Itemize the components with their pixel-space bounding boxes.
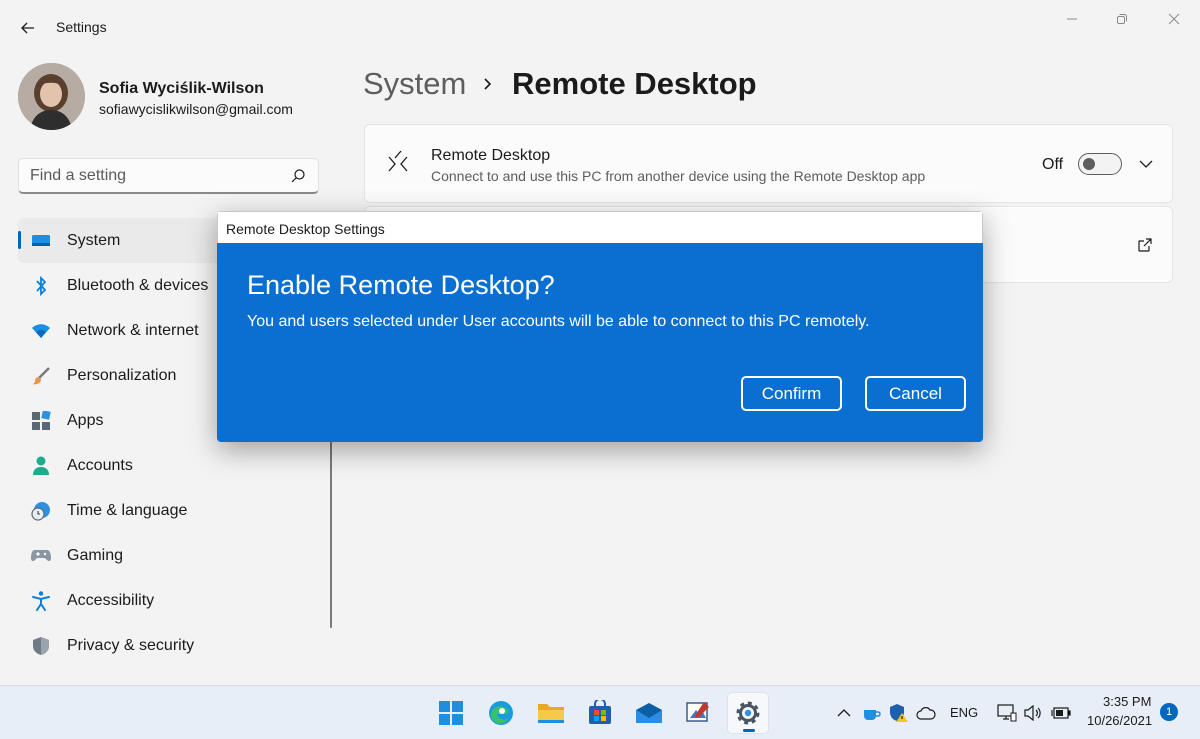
edge-icon bbox=[487, 699, 515, 727]
bluetooth-icon bbox=[30, 275, 52, 297]
app-title: Settings bbox=[56, 19, 107, 35]
notification-badge[interactable]: 1 bbox=[1160, 703, 1178, 721]
battery-charging-icon bbox=[1051, 706, 1071, 720]
search-input[interactable] bbox=[30, 167, 280, 185]
avatar[interactable] bbox=[18, 63, 85, 130]
gamepad-icon bbox=[30, 545, 52, 567]
enable-remote-desktop-dialog: Remote Desktop Settings Enable Remote De… bbox=[217, 211, 983, 442]
remote-desktop-toggle[interactable] bbox=[1078, 153, 1122, 175]
remote-desktop-icon bbox=[385, 149, 411, 177]
taskbar-store[interactable] bbox=[579, 692, 621, 734]
battery-tray-button[interactable] bbox=[1050, 702, 1072, 724]
sidebar-item-label: Apps bbox=[67, 412, 103, 430]
scrollbar[interactable] bbox=[330, 440, 332, 628]
show-hidden-icons-button[interactable] bbox=[833, 702, 855, 724]
snipping-tool-icon bbox=[685, 700, 711, 726]
sidebar-item-label: Accessibility bbox=[67, 592, 154, 610]
active-app-indicator bbox=[743, 729, 755, 732]
search-box[interactable] bbox=[18, 158, 319, 194]
file-explorer-icon bbox=[537, 701, 565, 725]
dialog-title-bar[interactable]: Remote Desktop Settings bbox=[217, 211, 983, 243]
restore-button[interactable] bbox=[1098, 6, 1146, 32]
dialog-body: Enable Remote Desktop? You and users sel… bbox=[217, 243, 983, 442]
settings-icon bbox=[735, 700, 761, 726]
back-arrow-icon bbox=[20, 20, 36, 36]
security-tray-button[interactable] bbox=[888, 702, 910, 724]
sidebar-item-label: Privacy & security bbox=[67, 637, 194, 655]
chevron-up-icon bbox=[837, 708, 851, 718]
user-photo-icon bbox=[18, 63, 85, 130]
mail-icon bbox=[635, 702, 663, 724]
wifi-icon bbox=[30, 320, 52, 342]
search-icon[interactable] bbox=[290, 168, 306, 184]
breadcrumb-parent[interactable]: System bbox=[363, 66, 466, 102]
sidebar-item-label: System bbox=[67, 232, 120, 250]
clock-time[interactable]: 3:35 PM bbox=[1103, 694, 1151, 709]
sidebar-item-privacy-security[interactable]: Privacy & security bbox=[18, 623, 318, 668]
title-bar: Settings bbox=[0, 0, 1200, 55]
profile-email: sofiawycislikwilson@gmail.com bbox=[99, 101, 293, 117]
chevron-down-icon[interactable] bbox=[1138, 156, 1154, 172]
taskbar-snipping-tool[interactable] bbox=[677, 692, 719, 734]
sidebar-item-label: Bluetooth & devices bbox=[67, 277, 208, 295]
onedrive-tray-button[interactable] bbox=[915, 702, 937, 724]
cloud-icon bbox=[916, 706, 936, 720]
volume-tray-button[interactable] bbox=[1022, 702, 1044, 724]
start-button[interactable] bbox=[430, 692, 472, 734]
remote-desktop-title: Remote Desktop bbox=[431, 147, 550, 165]
sidebar-item-accessibility[interactable]: Accessibility bbox=[18, 578, 318, 623]
volume-icon bbox=[1023, 705, 1043, 721]
remote-desktop-description: Connect to and use this PC from another … bbox=[431, 168, 925, 184]
start-icon bbox=[438, 700, 464, 726]
taskbar: ENG 3:35 PM 10/26/2021 1 bbox=[0, 685, 1200, 739]
remote-desktop-card[interactable]: Remote Desktop Connect to and use this P… bbox=[364, 124, 1173, 203]
network-icon bbox=[997, 704, 1017, 722]
back-button[interactable] bbox=[14, 14, 42, 42]
sidebar-item-label: Gaming bbox=[67, 547, 123, 565]
confirm-button[interactable]: Confirm bbox=[741, 376, 842, 411]
dialog-window-title: Remote Desktop Settings bbox=[226, 221, 385, 237]
accessibility-icon bbox=[30, 590, 52, 612]
page-title: Remote Desktop bbox=[512, 66, 757, 102]
cup-icon bbox=[862, 705, 882, 721]
system-icon bbox=[30, 230, 52, 252]
open-external-icon[interactable] bbox=[1137, 237, 1153, 253]
dialog-heading: Enable Remote Desktop? bbox=[247, 270, 555, 301]
close-button[interactable] bbox=[1150, 6, 1198, 32]
restore-icon bbox=[1116, 13, 1128, 25]
tray-app-button[interactable] bbox=[861, 702, 883, 724]
language-indicator[interactable]: ENG bbox=[950, 705, 978, 720]
network-tray-button[interactable] bbox=[996, 702, 1018, 724]
toggle-knob bbox=[1083, 158, 1095, 170]
apps-icon bbox=[30, 410, 52, 432]
taskbar-mail[interactable] bbox=[628, 692, 670, 734]
shield-icon bbox=[30, 635, 52, 657]
toggle-state-label: Off bbox=[1042, 156, 1063, 174]
accounts-icon bbox=[30, 455, 52, 477]
chevron-right-icon bbox=[480, 72, 496, 96]
close-icon bbox=[1168, 13, 1180, 25]
sidebar-item-label: Accounts bbox=[67, 457, 133, 475]
brush-icon bbox=[30, 365, 52, 387]
security-warning-icon bbox=[889, 703, 909, 723]
taskbar-edge[interactable] bbox=[480, 692, 522, 734]
sidebar-item-label: Time & language bbox=[67, 502, 187, 520]
sidebar-item-gaming[interactable]: Gaming bbox=[18, 533, 318, 578]
clock-date[interactable]: 10/26/2021 bbox=[1087, 713, 1152, 728]
taskbar-file-explorer[interactable] bbox=[530, 692, 572, 734]
cancel-button[interactable]: Cancel bbox=[865, 376, 966, 411]
minimize-icon bbox=[1066, 13, 1078, 25]
clock-globe-icon bbox=[30, 500, 52, 522]
sidebar-item-accounts[interactable]: Accounts bbox=[18, 443, 318, 488]
taskbar-settings[interactable] bbox=[727, 692, 769, 734]
sidebar-item-time-language[interactable]: Time & language bbox=[18, 488, 318, 533]
dialog-message: You and users selected under User accoun… bbox=[247, 313, 870, 331]
profile-name: Sofia Wyciślik-Wilson bbox=[99, 80, 264, 98]
store-icon bbox=[587, 700, 613, 726]
sidebar-item-label: Network & internet bbox=[67, 322, 199, 340]
minimize-button[interactable] bbox=[1048, 6, 1096, 32]
sidebar-item-label: Personalization bbox=[67, 367, 176, 385]
